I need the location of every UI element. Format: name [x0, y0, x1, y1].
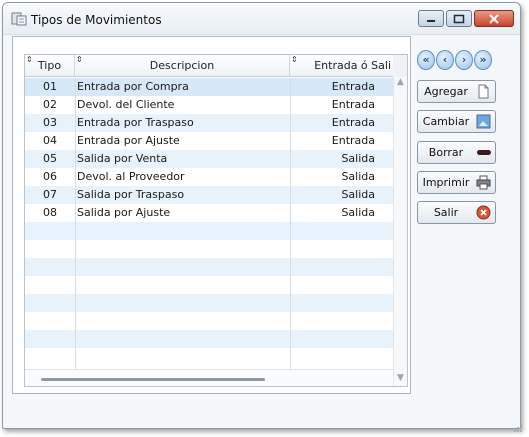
cell-descripcion: Devol. del Cliente	[77, 98, 175, 111]
agregar-button[interactable]: Agregar	[417, 80, 496, 103]
empty-row	[25, 294, 393, 312]
salir-button[interactable]: Salir	[417, 201, 496, 224]
last-record-button[interactable]: »	[474, 50, 492, 70]
cell-tipo: 04	[43, 134, 57, 147]
table-row[interactable]: 08 Salida por Ajuste Salida	[25, 204, 393, 222]
column-divider	[75, 78, 76, 386]
cell-entrada: Salida	[341, 170, 375, 183]
cell-entrada: Entrada	[331, 134, 375, 147]
cell-tipo: 03	[43, 116, 57, 129]
sort-icon: ⇕	[26, 55, 33, 64]
empty-row	[25, 222, 393, 240]
next-record-icon: ›	[461, 53, 467, 66]
table-row[interactable]: 05 Salida por Venta Salida	[25, 150, 393, 168]
empty-row	[25, 312, 393, 330]
content-panel: ⇕ Tipo ⇕ Descripcion ⇕ Entrada ó Sali 01…	[12, 36, 411, 394]
cell-tipo: 08	[43, 206, 57, 219]
first-record-icon: «	[422, 53, 430, 66]
new-document-icon	[478, 84, 489, 99]
minimize-button[interactable]	[418, 10, 444, 27]
cell-tipo: 05	[43, 152, 57, 165]
cell-descripcion: Salida por Traspaso	[77, 188, 185, 201]
cell-descripcion: Salida por Venta	[77, 152, 168, 165]
table-row[interactable]: 02 Devol. del Cliente Entrada	[25, 96, 393, 114]
button-label: Borrar	[428, 146, 464, 159]
imprimir-button[interactable]: Imprimir	[417, 171, 496, 194]
maximize-icon	[453, 14, 465, 23]
borrar-button[interactable]: Borrar	[417, 141, 496, 164]
cell-tipo: 02	[43, 98, 57, 111]
last-record-icon: »	[479, 53, 487, 66]
sort-icon: ⇕	[291, 55, 298, 64]
empty-row	[25, 240, 393, 258]
cell-entrada: Entrada	[331, 80, 375, 93]
column-divider	[290, 78, 291, 386]
scroll-down-icon[interactable]: ▼	[397, 373, 404, 383]
column-header-entrada[interactable]: ⇕ Entrada ó Sali	[290, 55, 393, 77]
previous-record-icon: ‹	[442, 53, 448, 66]
column-header-label: Tipo	[37, 59, 62, 72]
cell-descripcion: Devol. al Proveedor	[77, 170, 185, 183]
edit-image-icon	[476, 114, 491, 129]
window-title: Tipos de Movimientos	[31, 13, 162, 27]
previous-record-button[interactable]: ‹	[436, 50, 454, 70]
table-row[interactable]: 03 Entrada por Traspaso Entrada	[25, 114, 393, 132]
minus-icon	[477, 150, 491, 155]
empty-row	[25, 258, 393, 276]
cell-descripcion: Entrada por Ajuste	[77, 134, 180, 147]
column-header-descripcion[interactable]: ⇕ Descripcion	[75, 55, 290, 77]
cell-descripcion: Entrada por Traspaso	[77, 116, 194, 129]
cambiar-button[interactable]: Cambiar	[417, 110, 496, 133]
cell-descripcion: Salida por Ajuste	[77, 206, 171, 219]
cell-tipo: 01	[43, 80, 57, 93]
record-navigation: « ‹ › »	[417, 50, 493, 70]
button-label: Imprimir	[422, 176, 470, 189]
button-label: Agregar	[424, 85, 468, 98]
empty-row	[25, 348, 393, 366]
scroll-up-icon[interactable]: ▲	[397, 77, 404, 87]
cell-entrada: Salida	[341, 152, 375, 165]
button-label: Cambiar	[422, 115, 470, 128]
table-row[interactable]: 06 Devol. al Proveedor Salida	[25, 168, 393, 186]
cell-tipo: 07	[43, 188, 57, 201]
scrollbar-corner	[393, 55, 407, 77]
sort-icon: ⇕	[76, 55, 83, 64]
button-label: Salir	[433, 206, 459, 219]
movements-grid[interactable]: ⇕ Tipo ⇕ Descripcion ⇕ Entrada ó Sali 01…	[24, 54, 408, 387]
maximize-button[interactable]	[446, 10, 472, 27]
table-row[interactable]: 07 Salida por Traspaso Salida	[25, 186, 393, 204]
cell-entrada: Entrada	[331, 116, 375, 129]
grid-header: ⇕ Tipo ⇕ Descripcion ⇕ Entrada ó Sali	[25, 55, 407, 77]
empty-row	[25, 276, 393, 294]
cell-entrada: Salida	[341, 206, 375, 219]
close-circle-icon	[476, 205, 491, 220]
cell-entrada: Entrada	[331, 98, 375, 111]
title-bar[interactable]: Tipos de Movimientos	[3, 3, 520, 35]
first-record-button[interactable]: «	[417, 50, 435, 70]
minimize-icon	[427, 19, 435, 22]
resize-grip-icon[interactable]	[513, 423, 523, 433]
table-row[interactable]: 04 Entrada por Ajuste Entrada	[25, 132, 393, 150]
close-button[interactable]	[474, 10, 514, 27]
column-header-label: Descripcion	[149, 59, 215, 72]
horizontal-scroll-thumb[interactable]	[41, 378, 265, 381]
printer-icon	[476, 175, 491, 190]
column-header-label: Entrada ó Sali	[314, 59, 391, 72]
table-row[interactable]: 01 Entrada por Compra Entrada	[25, 78, 393, 96]
cell-tipo: 06	[43, 170, 57, 183]
column-header-tipo[interactable]: ⇕ Tipo	[25, 55, 75, 77]
window-controls	[416, 10, 514, 27]
empty-row	[25, 330, 393, 348]
cell-entrada: Salida	[341, 188, 375, 201]
app-icon	[11, 12, 27, 26]
vertical-scrollbar[interactable]: ▲ ▼	[393, 77, 407, 386]
close-icon	[489, 13, 499, 24]
cell-descripcion: Entrada por Compra	[77, 80, 189, 93]
next-record-button[interactable]: ›	[455, 50, 473, 70]
horizontal-scrollbar[interactable]	[25, 369, 393, 386]
